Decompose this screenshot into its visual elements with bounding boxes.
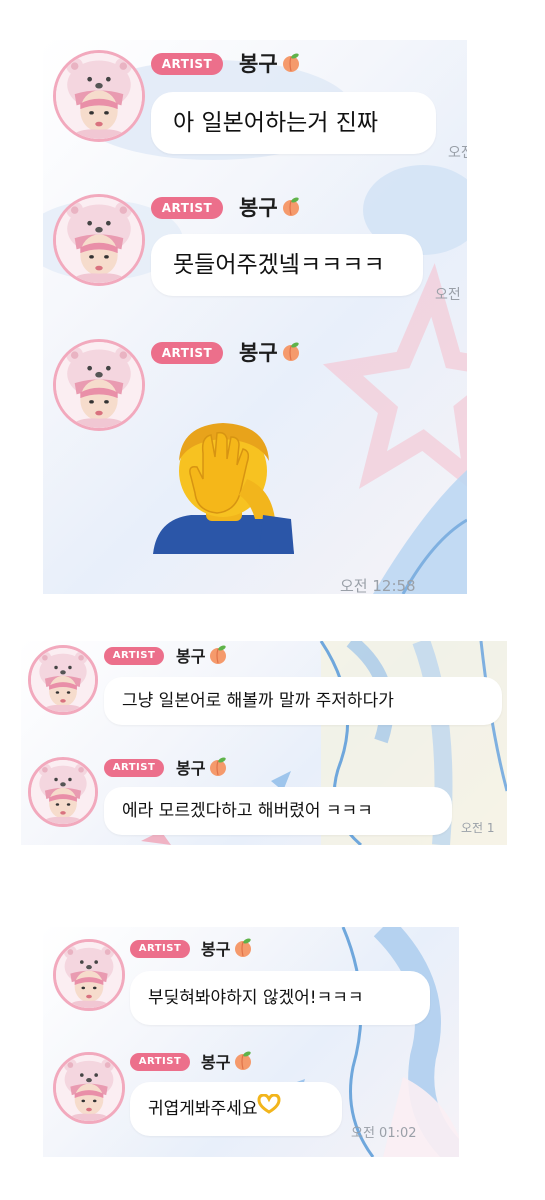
peach-emoji-icon (280, 51, 302, 80)
chat-panel-3: ARTIST 봉구 부딪혀봐야하지 않겠어!ㅋㅋㅋ ARTIST 봉구 귀엽게봐… (43, 927, 459, 1157)
sender-name[interactable]: 봉구 (239, 194, 302, 224)
message-bubble[interactable]: 그냥 일본어로 해볼까 말까 주저하다가 (104, 677, 502, 725)
message-time: 오전 1 (461, 821, 495, 835)
artist-badge: ARTIST (130, 940, 190, 958)
bear-hat-avatar[interactable] (28, 645, 98, 715)
sender-name-label: 봉구 (201, 1053, 231, 1072)
artist-badge: ARTIST (130, 1053, 190, 1071)
peach-emoji-icon (232, 936, 254, 965)
sender-name[interactable]: 봉구 (176, 643, 229, 672)
bear-hat-avatar[interactable] (28, 757, 98, 827)
chat-panel-2: ARTIST 봉구 그냥 일본어로 해볼까 말까 주저하다가 ARTIST 봉구… (21, 641, 507, 845)
sender-name[interactable]: 봉구 (176, 755, 229, 784)
message-time: 오전 (435, 287, 461, 303)
bear-hat-avatar[interactable] (53, 939, 125, 1011)
peach-emoji-icon (280, 340, 302, 369)
sender-name[interactable]: 봉구 (201, 936, 254, 965)
message-text: 귀엽게봐주세요 (148, 1099, 258, 1119)
sender-name-label: 봉구 (239, 196, 278, 220)
artist-badge: ARTIST (104, 647, 164, 665)
artist-badge: ARTIST (151, 53, 223, 75)
bear-hat-avatar[interactable] (53, 50, 145, 142)
sender-name-label: 봉구 (201, 940, 231, 959)
sender-name-label: 봉구 (239, 341, 278, 365)
facepalm-emoji-icon[interactable] (151, 419, 296, 554)
message-bubble[interactable]: 아 일본어하는거 진짜 (151, 92, 436, 154)
sender-name-label: 봉구 (176, 759, 206, 778)
sender-name[interactable]: 봉구 (201, 1049, 254, 1078)
artist-badge: ARTIST (151, 342, 223, 364)
artist-badge: ARTIST (151, 197, 223, 219)
sender-name-label: 봉구 (176, 647, 206, 666)
chat-panel-1: ARTIST 봉구 아 일본어하는거 진짜 오전 ARTIST 봉구 못들어주겠… (43, 40, 467, 594)
peach-emoji-icon (232, 1049, 254, 1078)
bear-hat-avatar[interactable] (53, 1052, 125, 1124)
bear-hat-avatar[interactable] (53, 339, 145, 431)
message-bubble[interactable]: 못들어주겠넼ㅋㅋㅋㅋ (151, 234, 423, 296)
peach-emoji-icon (207, 643, 229, 672)
bear-hat-avatar[interactable] (53, 194, 145, 286)
message-time: 오전 (448, 145, 467, 161)
message-time: 오전 01:02 (351, 1126, 417, 1141)
message-bubble[interactable]: 에라 모르겠다하고 해버렸어 ㅋㅋㅋ (104, 787, 452, 835)
message-bubble[interactable]: 귀엽게봐주세요 (130, 1082, 342, 1136)
message-bubble[interactable]: 부딪혀봐야하지 않겠어!ㅋㅋㅋ (130, 971, 430, 1025)
sender-name[interactable]: 봉구 (239, 339, 302, 369)
peach-emoji-icon (280, 195, 302, 224)
sender-name[interactable]: 봉구 (239, 50, 302, 80)
sender-name-label: 봉구 (239, 52, 278, 76)
peach-emoji-icon (207, 755, 229, 784)
artist-badge: ARTIST (104, 759, 164, 777)
heart-hands-emoji-icon (257, 1082, 281, 1136)
message-time: 오전 12:58 (340, 577, 416, 594)
